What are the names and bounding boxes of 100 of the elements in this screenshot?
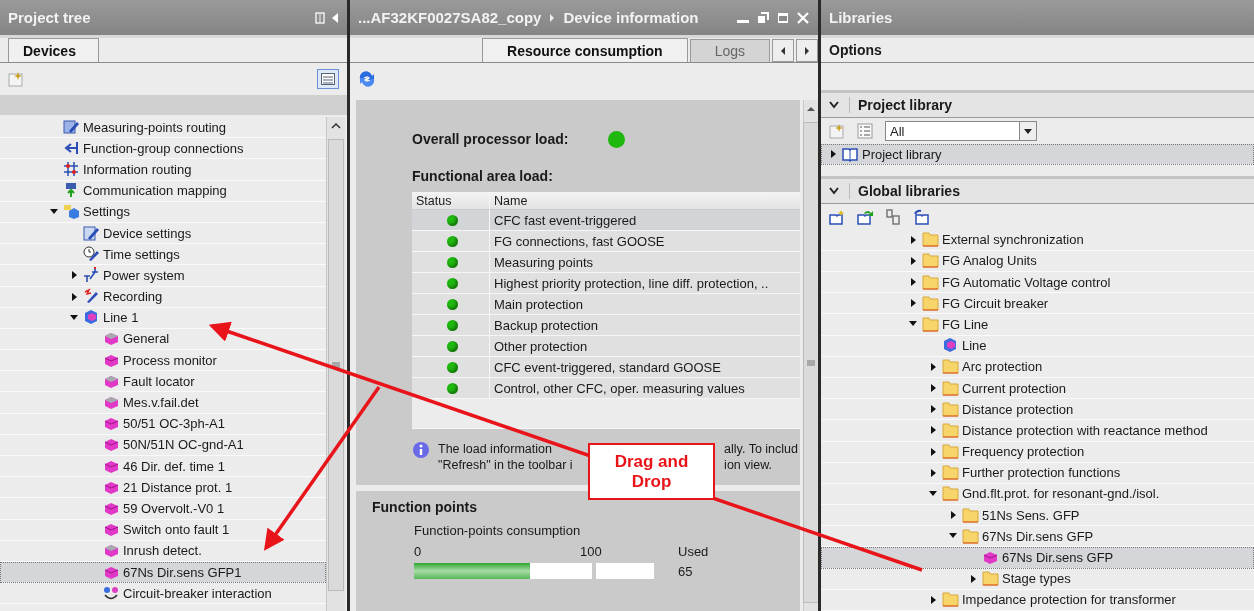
meter-label: Function-points consumption	[414, 523, 582, 538]
tree-item[interactable]: Line	[821, 335, 1254, 357]
tree-item[interactable]: 50/51 OC-3ph-A1	[0, 413, 326, 435]
refresh-button[interactable]	[358, 71, 376, 87]
tree-item[interactable]: 59 Overvolt.-V0 1	[0, 498, 326, 520]
folder-icon	[942, 400, 959, 418]
table-row[interactable]: Measuring points	[412, 252, 800, 273]
tree-item[interactable]: FG Circuit breaker	[821, 293, 1254, 315]
expand-arrow-icon	[929, 384, 937, 393]
book-icon	[842, 145, 859, 163]
tree-item[interactable]: Frequency protection	[821, 441, 1254, 463]
table-row[interactable]: Backup protection	[412, 315, 800, 336]
tree-item[interactable]: Switch onto fault 1	[0, 519, 326, 541]
tree-item[interactable]: 50N/51N OC-gnd-A1	[0, 434, 326, 456]
tree-item[interactable]: Impedance protection for transformer	[821, 589, 1254, 611]
tree-item[interactable]: Information routing	[0, 159, 326, 181]
tree-item[interactable]: Device settings	[0, 222, 326, 245]
tree-item[interactable]: Fault locator	[0, 371, 326, 393]
expand-arrow-icon	[929, 405, 937, 414]
tree-item[interactable]: Measuring-points routing	[0, 117, 326, 139]
chevron-down-icon	[829, 101, 839, 109]
editor-tab[interactable]: Resource consumption	[482, 38, 688, 62]
pane-tab[interactable]: Devices	[8, 38, 99, 62]
table-view-button[interactable]	[317, 69, 339, 89]
collapse-arrow-icon	[929, 489, 937, 498]
expand-arrow-icon	[70, 271, 78, 280]
table-row[interactable]: FG connections, fast GOOSE	[412, 231, 800, 252]
close-button[interactable]	[796, 10, 810, 25]
column-header[interactable]: Status	[412, 192, 490, 209]
scrollbar[interactable]	[326, 117, 345, 611]
tree-item[interactable]: FG Automatic Voltage control	[821, 272, 1254, 294]
tree-item[interactable]: Distance protection	[821, 399, 1254, 421]
drag-and-drop-callout: Drag and Drop	[588, 443, 715, 500]
power-system-icon	[83, 266, 100, 284]
folder-icon	[962, 506, 979, 524]
tree-item[interactable]: FG Line	[821, 314, 1254, 336]
info-text: The load information	[438, 441, 553, 457]
list-view-icon	[857, 123, 873, 139]
expand-arrow-icon	[909, 256, 917, 265]
settings-icon	[63, 203, 80, 221]
folder-icon	[942, 358, 959, 376]
table-row[interactable]: Main protection	[412, 294, 800, 315]
folder-icon	[942, 591, 959, 609]
tree-item[interactable]: Function-group connections	[0, 138, 326, 160]
tree-item[interactable]: Stage types	[821, 568, 1254, 590]
tree-item[interactable]: Process monitor	[0, 350, 326, 372]
scroll-tabs-right-button[interactable]	[796, 39, 818, 62]
editor-tab[interactable]: Logs	[689, 39, 770, 62]
tree-item[interactable]: 67Ns Dir.sens GFP	[821, 547, 1254, 569]
scale-max: 100	[580, 544, 602, 559]
scroll-up-icon	[331, 123, 341, 129]
scrollbar[interactable]	[803, 100, 818, 611]
section-header[interactable]: Global libraries	[821, 175, 1254, 204]
maximize-button[interactable]	[776, 10, 790, 25]
tree-item[interactable]: Time settings	[0, 244, 326, 266]
folder-icon	[942, 485, 959, 503]
section-header[interactable]: Project library	[821, 90, 1254, 118]
tree-item[interactable]: 51Ns Sens. GFP	[821, 505, 1254, 527]
tree-item[interactable]: Arc protection	[821, 356, 1254, 378]
tree-item[interactable]: 46 Dir. def. time 1	[0, 456, 326, 478]
tree-item[interactable]: 67Ns Dir.sens GFP1	[0, 561, 326, 584]
tree-item[interactable]: External synchronization	[821, 229, 1254, 251]
table-row[interactable]: Other protection	[412, 336, 800, 357]
restore-button[interactable]	[756, 10, 770, 25]
scroll-tabs-left-button[interactable]	[772, 39, 794, 62]
dropdown-arrow-icon	[1024, 128, 1032, 134]
tree-item[interactable]: Mes.v.fail.det	[0, 392, 326, 414]
tree-item[interactable]: Line 1	[0, 307, 326, 329]
table-row[interactable]: CFC event-triggered, standard GOOSE	[412, 357, 800, 378]
tree-item[interactable]: Power system	[0, 265, 326, 287]
tree-item[interactable]: Inrush detect.	[0, 540, 326, 562]
table-row[interactable]: Highest priority protection, line diff. protection, ..	[412, 273, 800, 294]
tree-item[interactable]: Communication mapping	[0, 180, 326, 202]
filter-dropdown[interactable]: All	[885, 121, 1037, 141]
tree-item[interactable]: Current protection	[821, 377, 1254, 400]
tree-item[interactable]: General	[0, 328, 326, 351]
tree-item[interactable]: Project library	[821, 144, 1254, 166]
tree-item[interactable]: Circuit-breaker interaction	[0, 583, 326, 605]
scale-min: 0	[414, 544, 422, 559]
right-arrow-icon	[804, 45, 810, 56]
tree-item[interactable]: Gnd.flt.prot. for resonant-gnd./isol.	[821, 483, 1254, 506]
tree-item[interactable]: Settings	[0, 201, 326, 223]
column-header[interactable]: Name	[490, 192, 528, 209]
scroll-up-icon	[806, 106, 816, 112]
function-icon	[103, 330, 120, 348]
expand-arrow-icon	[909, 278, 917, 287]
tree-item[interactable]: 21 Distance prot. 1	[0, 477, 326, 499]
folder-icon	[942, 464, 959, 482]
cube-icon	[83, 309, 100, 327]
function-icon	[103, 542, 120, 560]
tree-item[interactable]: FG Analog Units	[821, 250, 1254, 272]
table-row[interactable]: CFC fast event-triggered	[412, 210, 800, 231]
tree-item[interactable]: Distance protection with reactance method	[821, 420, 1254, 442]
expand-arrow-icon	[969, 574, 977, 583]
function-icon	[103, 521, 120, 539]
close-library-icon	[913, 208, 929, 225]
functional-area-label: Functional area load:	[412, 168, 554, 184]
tree-item[interactable]: Recording	[0, 286, 326, 308]
chevron-down-icon	[829, 186, 839, 195]
tree-item[interactable]: Further protection functions	[821, 462, 1254, 484]
